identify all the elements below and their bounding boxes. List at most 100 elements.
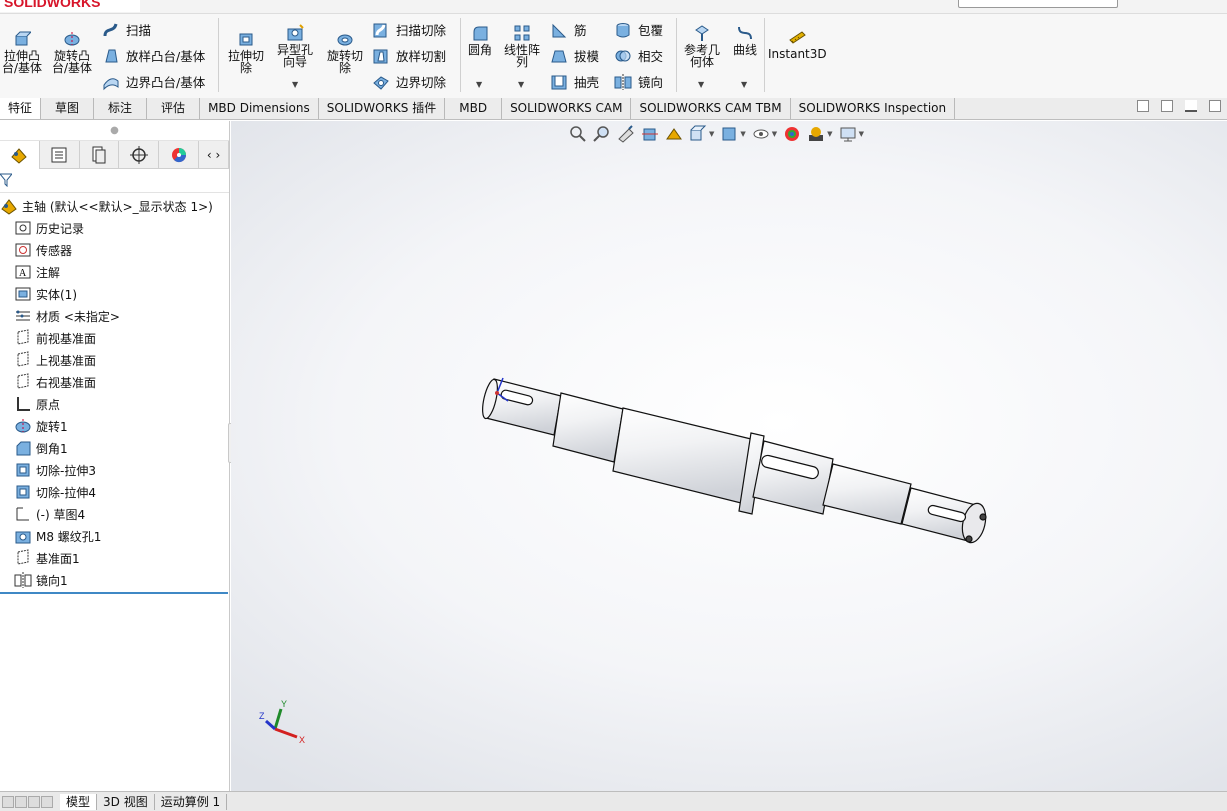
tab-features[interactable]: 特征 <box>0 98 42 119</box>
chevron-left-icon[interactable]: ‹ <box>207 148 212 162</box>
reference-geometry-label: 参考几 何体 <box>683 43 720 69</box>
tab-model[interactable]: 模型 <box>60 793 98 810</box>
reference-geometry-button[interactable]: 参考几 何体 <box>680 24 724 68</box>
extrude-cut-button[interactable]: 拉伸切 除 <box>224 30 268 74</box>
tree-item[interactable]: M8 螺纹孔1 <box>0 525 229 547</box>
shaft-segment[interactable] <box>822 463 912 525</box>
feature-manager-panel: ● ‹ › 主轴 (默认<<默认>_显示状态 1>) 历史记录传感器 A 注解 实体(1… <box>0 121 230 791</box>
threaded-hole[interactable] <box>965 535 973 543</box>
chevron-right-icon[interactable]: › <box>215 148 220 162</box>
chevron-down-icon[interactable]: ▼ <box>698 80 704 89</box>
shaft-segment[interactable] <box>752 440 834 515</box>
fillet-button[interactable]: 圆角 <box>462 24 498 56</box>
curves-icon <box>738 26 752 40</box>
tree-item[interactable]: 倒角1 <box>0 437 229 459</box>
next-tab-button[interactable] <box>28 795 40 808</box>
revolve-cut-button[interactable]: 旋转切 除 <box>322 30 368 74</box>
tree-filter[interactable] <box>0 169 229 193</box>
tab-mbd-dimensions[interactable]: MBD Dimensions <box>200 98 319 119</box>
boundary-boss-label: 边界凸台/基体 <box>126 75 206 90</box>
graphics-area[interactable]: ▼ ▼ ▼ ▼ ▼ Y X Z <box>231 121 1227 791</box>
loft-boss-button[interactable]: 放样凸台/基体 <box>102 46 205 65</box>
shaft-segment[interactable] <box>552 392 624 463</box>
propertymanager-tab[interactable] <box>40 141 80 169</box>
chevron-down-icon[interactable]: ▼ <box>292 80 298 89</box>
revolve-cut-label: 旋转切 除 <box>326 49 363 75</box>
tab-solidworks-addins[interactable]: SOLIDWORKS 插件 <box>319 98 446 119</box>
tree-item[interactable]: 镜向1 <box>0 569 229 591</box>
z-axis-label: Z <box>259 711 265 721</box>
chevron-down-icon[interactable]: ▼ <box>741 80 747 89</box>
shaft-segment[interactable] <box>612 407 752 504</box>
curves-button[interactable]: 曲线 <box>728 24 762 56</box>
tree-item[interactable]: 旋转1 <box>0 415 229 437</box>
tree-item-label: 传感器 <box>36 243 73 258</box>
tree-item[interactable]: 原点 <box>0 393 229 415</box>
tree-item[interactable]: 右视基准面 <box>0 371 229 393</box>
tree-item[interactable]: 材质 <未指定> <box>0 305 229 327</box>
tab-3d-views[interactable]: 3D 视图 <box>97 793 155 810</box>
tree-item[interactable]: 基准面1 <box>0 547 229 569</box>
revolve-boss-button[interactable]: 旋转凸 台/基体 <box>48 30 96 74</box>
tab-solidworks-cam-tbm[interactable]: SOLIDWORKS CAM TBM <box>631 98 791 119</box>
intersect-icon <box>615 50 631 61</box>
tree-item[interactable]: 切除-拉伸4 <box>0 481 229 503</box>
panel-tabs-scroll[interactable]: ‹ › <box>199 141 230 169</box>
wrap-button[interactable]: 包覆 <box>614 20 663 39</box>
solid-bodies-icon <box>15 287 31 301</box>
first-tab-button[interactable] <box>2 795 14 808</box>
tree-item[interactable]: (-) 草图4 <box>0 503 229 525</box>
tab-solidworks-cam[interactable]: SOLIDWORKS CAM <box>502 98 632 119</box>
tree-item-label: 旋转1 <box>36 419 68 434</box>
chevron-down-icon[interactable]: ▼ <box>518 80 524 89</box>
tree-item[interactable]: A 注解 <box>0 261 229 283</box>
boundary-cut-button[interactable]: 边界切除 <box>372 72 446 91</box>
shell-button[interactable]: 抽壳 <box>550 72 599 91</box>
tree-root-part[interactable]: 主轴 (默认<<默认>_显示状态 1>) <box>0 195 229 217</box>
panel-grip[interactable]: ● <box>0 121 229 141</box>
last-tab-button[interactable] <box>41 795 53 808</box>
tree-item[interactable]: 上视基准面 <box>0 349 229 371</box>
tab-markup[interactable]: 标注 <box>94 98 148 119</box>
tab-evaluate[interactable]: 评估 <box>147 98 201 119</box>
instant3d-button[interactable]: Instant3D <box>768 28 827 60</box>
tile-right-icon[interactable] <box>1161 100 1173 112</box>
minimize-icon[interactable] <box>1185 100 1197 112</box>
tab-sketch[interactable]: 草图 <box>41 98 95 119</box>
tab-motion-study[interactable]: 运动算例 1 <box>154 793 228 810</box>
solidworks-logo[interactable]: SOLIDWORKS <box>0 0 140 12</box>
configurationmanager-tab[interactable] <box>80 141 120 169</box>
shaft-model[interactable] <box>231 121 1227 791</box>
linear-pattern-button[interactable]: 线性阵 列 <box>500 24 544 68</box>
tile-left-icon[interactable] <box>1137 100 1149 112</box>
tree-item[interactable]: 历史记录 <box>0 217 229 239</box>
extrude-boss-button[interactable]: 拉伸凸 台/基体 <box>0 30 44 74</box>
loft-cut-button[interactable]: 放样切割 <box>372 46 446 65</box>
boundary-boss-button[interactable]: 边界凸台/基体 <box>102 72 205 91</box>
search-input[interactable] <box>958 0 1118 8</box>
draft-button[interactable]: 拔模 <box>550 46 599 65</box>
ribbon-separator <box>218 18 219 92</box>
rib-button[interactable]: 筋 <box>550 20 587 39</box>
featuremanager-tab[interactable] <box>0 141 40 169</box>
ribbon-separator <box>460 18 461 92</box>
chevron-down-icon[interactable]: ▼ <box>476 80 482 89</box>
tree-item[interactable]: 传感器 <box>0 239 229 261</box>
swept-cut-button[interactable]: 扫描切除 <box>372 20 446 39</box>
tree-item[interactable]: 切除-拉伸3 <box>0 459 229 481</box>
filter-icon[interactable] <box>0 173 14 188</box>
hole-wizard-button[interactable]: 异型孔 向导 <box>272 24 318 68</box>
restore-icon[interactable] <box>1209 100 1221 112</box>
dimxpertmanager-tab[interactable] <box>119 141 160 169</box>
tree-item[interactable]: 前视基准面 <box>0 327 229 349</box>
tab-mbd[interactable]: MBD <box>445 98 503 119</box>
tab-solidworks-inspection[interactable]: SOLIDWORKS Inspection <box>791 98 956 119</box>
sweep-button[interactable]: 扫描 <box>102 20 151 39</box>
prev-tab-button[interactable] <box>15 795 27 808</box>
displaymanager-tab[interactable] <box>159 141 200 169</box>
threaded-hole[interactable] <box>979 513 987 521</box>
rollback-bar[interactable] <box>0 592 228 594</box>
intersect-button[interactable]: 相交 <box>614 46 663 65</box>
tree-item[interactable]: 实体(1) <box>0 283 229 305</box>
mirror-button[interactable]: 镜向 <box>614 72 663 91</box>
